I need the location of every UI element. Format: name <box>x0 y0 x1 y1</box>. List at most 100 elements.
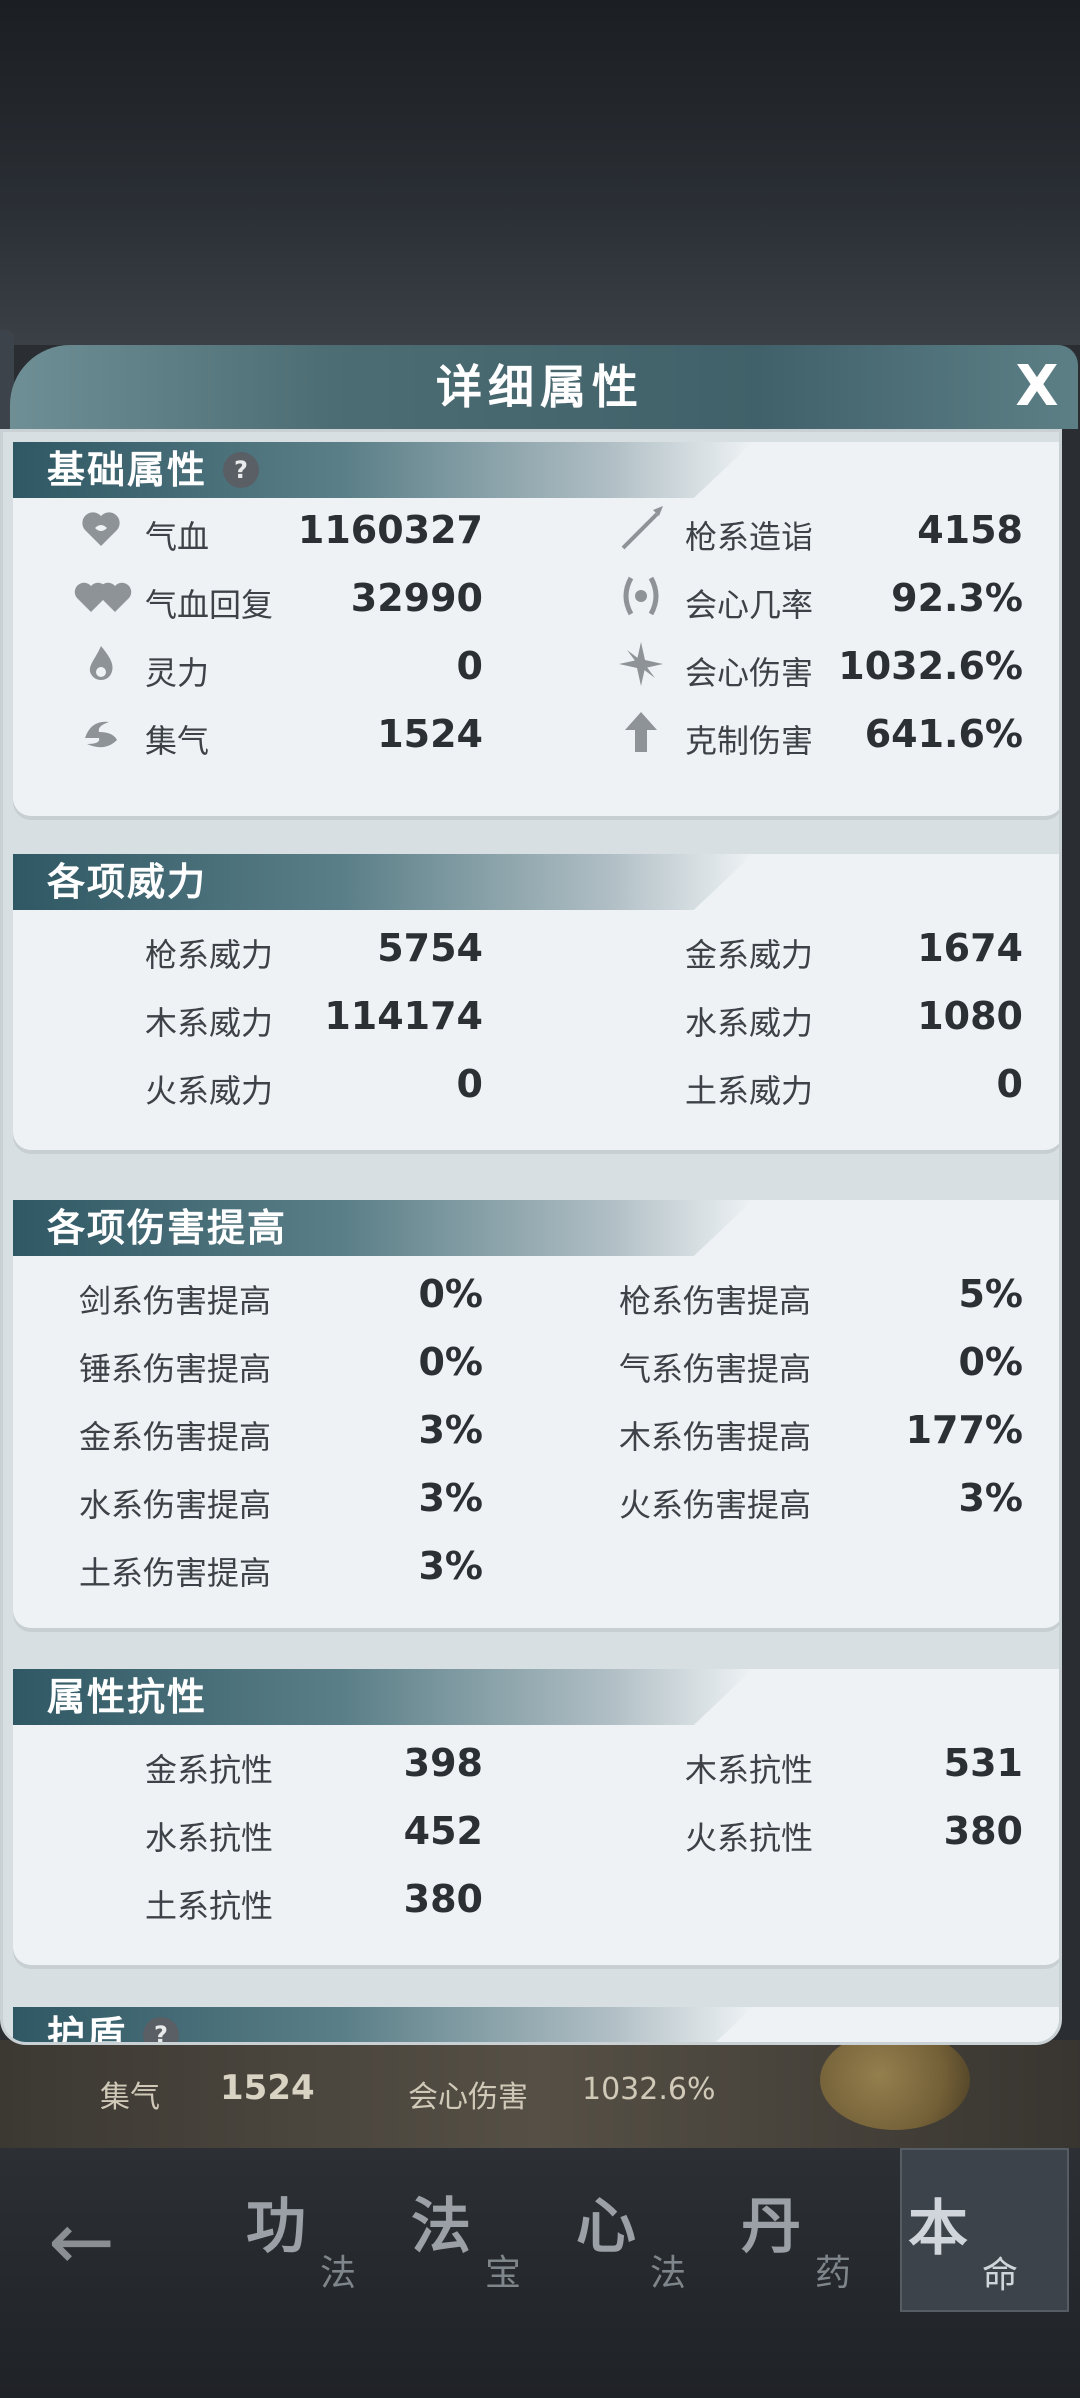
stat-label: 火系抗性 <box>685 1819 814 1857</box>
section-title: 各项威力 <box>47 859 208 904</box>
section-damage: 各项伤害提高 剑系伤害提高 0% 锤系伤害提高 0% 金系伤害提高 3% 水系伤… <box>13 1200 1059 1628</box>
stat-label: 气血 <box>145 518 210 556</box>
stat-label: 土系伤害提高 <box>79 1554 272 1592</box>
section-shield: 护盾 ? <box>13 2007 1059 2045</box>
stat-label: 水系抗性 <box>145 1819 274 1857</box>
stat-value: 452 <box>403 1809 483 1853</box>
stat-label: 气系伤害提高 <box>619 1350 812 1388</box>
modal-body: 基础属性 ? 气血 1160327 气血回复 32990 灵力 0 集气 152… <box>0 429 1062 2045</box>
section-basic: 基础属性 ? 气血 1160327 气血回复 32990 灵力 0 集气 152… <box>13 442 1059 816</box>
stat-label: 水系伤害提高 <box>79 1486 272 1524</box>
scene-background <box>0 0 1080 345</box>
stat-value: 0% <box>958 1340 1023 1384</box>
tab-main-label: 法 <box>411 2192 471 2262</box>
back-arrow-icon[interactable]: ← <box>48 2195 115 2288</box>
stat-label: 火系伤害提高 <box>619 1486 812 1524</box>
stat-value: 4158 <box>917 508 1023 552</box>
stat-value: 1160327 <box>297 508 483 552</box>
help-icon[interactable]: ? <box>143 2017 179 2042</box>
section-title: 属性抗性 <box>47 1674 208 1719</box>
stat-label: 火系威力 <box>145 1072 274 1110</box>
stat-label: 气血回复 <box>145 586 274 624</box>
heart-icon <box>77 504 125 552</box>
stat-value: 1524 <box>377 712 483 756</box>
stat-label: 剑系伤害提高 <box>79 1282 272 1320</box>
stat-label: 木系抗性 <box>685 1751 814 1789</box>
strip-label-1: 集气 <box>100 2080 160 2115</box>
stat-label: 土系抗性 <box>145 1887 274 1925</box>
section-title: 护盾 <box>47 2012 128 2045</box>
stat-value: 177% <box>905 1408 1023 1452</box>
stat-value: 3% <box>418 1544 483 1588</box>
stat-value: 380 <box>403 1877 483 1921</box>
section-resist: 属性抗性 金系抗性 398 水系抗性 452 土系抗性 380 木系抗性 531… <box>13 1669 1059 1965</box>
stat-label: 克制伤害 <box>685 722 814 760</box>
stat-label: 枪系伤害提高 <box>619 1282 812 1320</box>
stat-value: 5% <box>958 1272 1023 1316</box>
section-title: 各项伤害提高 <box>47 1205 288 1250</box>
close-icon[interactable]: X <box>1005 355 1069 419</box>
stat-label: 金系伤害提高 <box>79 1418 272 1456</box>
stat-value: 531 <box>943 1741 1023 1785</box>
stat-label: 枪系威力 <box>145 936 274 974</box>
stat-label: 会心几率 <box>685 586 814 624</box>
stat-label: 金系抗性 <box>145 1751 274 1789</box>
swirl-icon <box>77 708 125 756</box>
strip-value-2: 1032.6% <box>582 2072 716 2107</box>
double-heart-icon <box>73 572 133 620</box>
strip-label-2: 会心伤害 <box>408 2080 528 2115</box>
crit-rate-icon <box>617 572 665 620</box>
stat-label: 会心伤害 <box>685 654 814 692</box>
stat-label: 水系威力 <box>685 1004 814 1042</box>
stat-value: 0 <box>456 1062 483 1106</box>
tab-sub-label: 命 <box>982 2255 1019 2296</box>
tab-benming[interactable]: 本 命 <box>900 2148 1069 2312</box>
stat-value: 3% <box>418 1408 483 1452</box>
stat-label: 土系威力 <box>685 1072 814 1110</box>
stat-value: 0 <box>996 1062 1023 1106</box>
stat-value: 1080 <box>917 994 1023 1038</box>
stat-value: 1032.6% <box>838 644 1023 688</box>
stat-value: 1674 <box>917 926 1023 970</box>
tab-sub-label: 药 <box>815 2253 852 2294</box>
stat-value: 92.3% <box>891 576 1023 620</box>
stat-value: 398 <box>403 1741 483 1785</box>
starburst-icon <box>617 640 665 688</box>
tab-sub-label: 法 <box>320 2253 357 2294</box>
stat-value: 3% <box>958 1476 1023 1520</box>
detail-attributes-modal: 详细属性 X 基础属性 ? 气血 1160327 气血回复 32990 灵力 0 <box>0 345 1080 2065</box>
stat-label: 锤系伤害提高 <box>79 1350 272 1388</box>
stat-value: 0 <box>456 644 483 688</box>
stat-value: 0% <box>418 1272 483 1316</box>
stat-label: 金系威力 <box>685 936 814 974</box>
stat-label: 集气 <box>145 722 210 760</box>
stat-value: 114174 <box>324 994 483 1038</box>
section-title: 基础属性 <box>47 447 208 492</box>
stat-value: 380 <box>943 1809 1023 1853</box>
modal-title: 详细属性 <box>436 360 644 414</box>
tab-gongfa[interactable]: 功 法 <box>240 2148 405 2308</box>
stat-label: 灵力 <box>145 654 210 692</box>
stat-value: 3% <box>418 1476 483 1520</box>
strip-value-1: 1524 <box>220 2068 315 2108</box>
tab-main-label: 丹 <box>741 2192 801 2262</box>
stat-label: 木系威力 <box>145 1004 274 1042</box>
section-power: 各项威力 枪系威力 5754 木系威力 114174 火系威力 0 金系威力 1… <box>13 854 1059 1150</box>
arrow-up-icon <box>617 708 665 756</box>
stat-value: 32990 <box>350 576 483 620</box>
stat-value: 5754 <box>377 926 483 970</box>
tab-xinfa[interactable]: 心 法 <box>570 2148 735 2308</box>
stat-value: 641.6% <box>864 712 1023 756</box>
spirit-flame-icon <box>77 640 125 688</box>
help-icon[interactable]: ? <box>223 452 259 488</box>
tab-sub-label: 法 <box>650 2253 687 2294</box>
stat-value: 0% <box>418 1340 483 1384</box>
tab-main-label: 心 <box>576 2192 636 2262</box>
tab-danyao[interactable]: 丹 药 <box>735 2148 900 2308</box>
stat-label: 木系伤害提高 <box>619 1418 812 1456</box>
tab-main-label: 功 <box>246 2192 306 2262</box>
tab-fabao[interactable]: 法 宝 <box>405 2148 570 2308</box>
tab-sub-label: 宝 <box>485 2253 522 2294</box>
stat-label: 枪系造诣 <box>685 518 814 556</box>
tab-main-label: 本 <box>908 2194 968 2264</box>
